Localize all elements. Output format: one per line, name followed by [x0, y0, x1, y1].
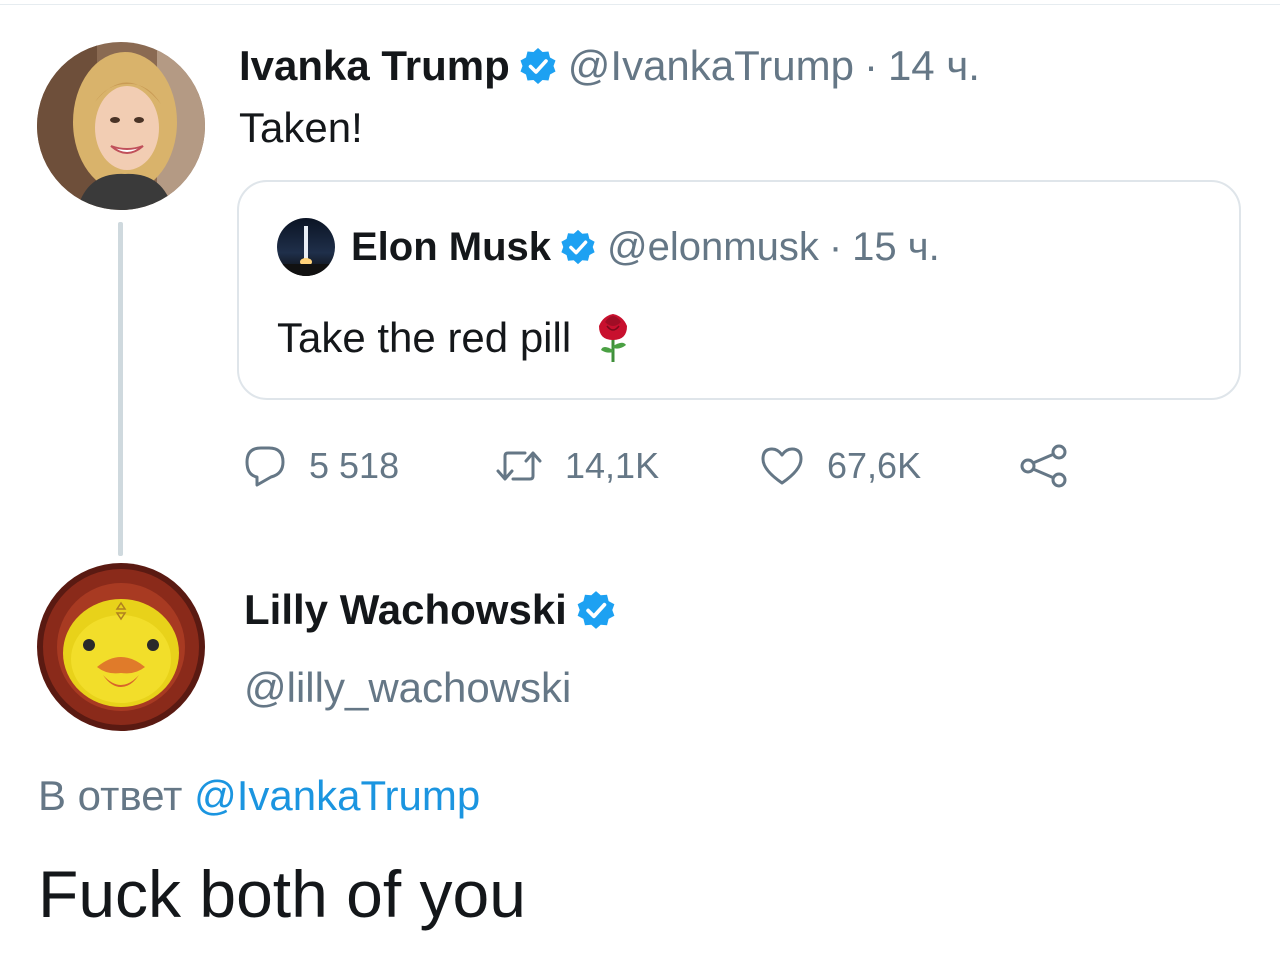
thread-connector — [118, 222, 123, 556]
separator-dot: · — [828, 224, 843, 269]
tweet-text: Taken! — [239, 104, 363, 151]
quoted-tweet-card[interactable]: Elon Musk @elonmusk · 15 ч. Take the red… — [237, 180, 1241, 400]
tweet-actions: 5 518 14,1K 67,6K — [243, 438, 1093, 494]
quoted-tweet-header: Elon Musk @elonmusk · 15 ч. — [351, 218, 940, 276]
reply-text: Fuck both of you — [38, 857, 526, 931]
share-button[interactable] — [1019, 438, 1069, 494]
quoted-tweet-text: Take the red pill — [277, 314, 572, 361]
quoted-tweet-text-row: Take the red pill — [277, 312, 633, 364]
avatar[interactable] — [37, 42, 205, 210]
duck-painting-icon — [37, 563, 205, 731]
separator-dot: · — [863, 42, 878, 89]
avatar[interactable] — [37, 563, 205, 731]
top-divider — [0, 4, 1280, 5]
quoted-avatar — [277, 218, 335, 276]
rocket-launch-photo-icon — [277, 218, 335, 276]
reply-icon — [245, 446, 285, 487]
tweet-header: Ivanka Trump @IvankaTrump · 14 ч. — [239, 38, 980, 94]
rose-emoji-icon — [593, 312, 633, 364]
author-display-name[interactable]: Lilly Wachowski — [244, 586, 567, 634]
reply-context: В ответ @IvankaTrump — [38, 772, 480, 820]
retweet-button[interactable]: 14,1K — [495, 438, 659, 494]
author-handle[interactable]: @IvankaTrump — [568, 42, 854, 90]
reply-button[interactable]: 5 518 — [243, 438, 399, 494]
verified-badge-icon — [518, 46, 558, 86]
retweet-icon — [496, 451, 542, 481]
verified-badge-icon — [559, 228, 597, 266]
retweet-count: 14,1K — [565, 445, 660, 486]
author-display-name[interactable]: Ivanka Trump — [239, 42, 510, 90]
verified-badge-icon — [575, 589, 617, 631]
reply-context-label: В ответ — [38, 772, 183, 819]
heart-icon — [761, 447, 803, 485]
like-button[interactable]: 67,6K — [759, 438, 921, 494]
like-count: 67,6K — [827, 445, 922, 486]
reply-header: Lilly Wachowski — [244, 580, 627, 640]
quoted-author-handle[interactable]: @elonmusk — [607, 225, 819, 270]
tweet-timestamp[interactable]: 14 ч. — [888, 42, 980, 90]
reply-count: 5 518 — [309, 445, 400, 486]
portrait-photo-icon — [37, 42, 205, 210]
author-handle[interactable]: @lilly_wachowski — [244, 664, 571, 712]
mention-link[interactable]: @IvankaTrump — [194, 772, 480, 819]
quoted-author-display-name[interactable]: Elon Musk — [351, 225, 551, 270]
quoted-tweet-timestamp[interactable]: 15 ч. — [852, 225, 940, 270]
share-icon — [1020, 444, 1067, 488]
